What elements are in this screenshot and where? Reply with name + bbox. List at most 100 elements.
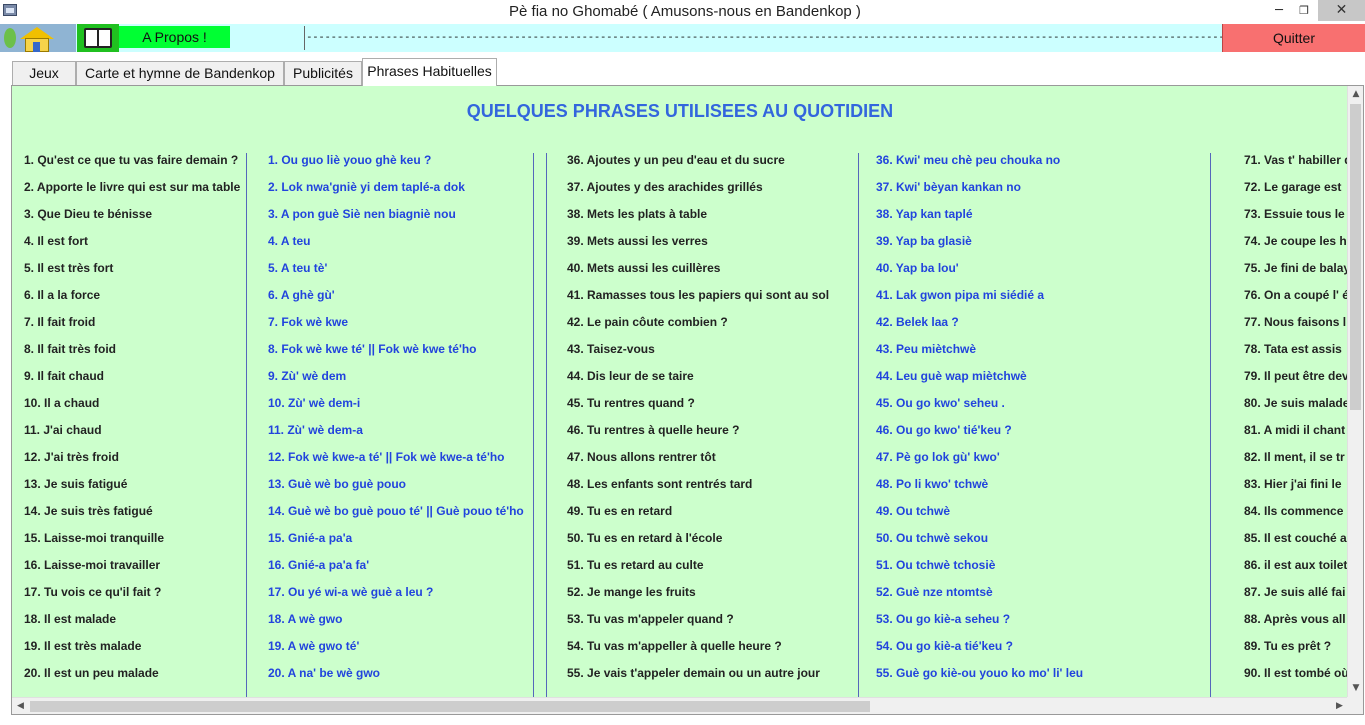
phrase-item: 72. Le garage est (1244, 180, 1342, 194)
french-column-2: 36. Ajoutes y un peu d'eau et du sucre 37… (567, 152, 857, 692)
title-bar: Pè fia no Ghomabé ( Amusons-nous en Band… (0, 0, 1365, 23)
toolbar: A Propos ! -----------------------------… (0, 24, 1365, 52)
phrase-item: 41. Lak gwon pipa mi siédié a (876, 288, 1045, 302)
phrase-item: 14. Guè wè bo guè pouo té' || Guè pouo t… (268, 504, 524, 518)
phrase-item: 51. Ou tchwè tchosiè (876, 558, 996, 572)
phrase-item: 2. Apporte le livre qui est sur ma table (24, 180, 241, 194)
phrase-item: 6. A ghè gù' (268, 288, 335, 302)
phrase-item: 11. J'ai chaud (24, 423, 102, 437)
phrase-item: 44. Leu guè wap miètchwè (876, 369, 1027, 383)
phrase-item: 83. Hier j'ai fini le (1244, 477, 1342, 491)
book-icon[interactable] (77, 24, 119, 52)
quit-button[interactable]: Quitter (1222, 24, 1365, 52)
phrase-item: 15. Gnié-a pa'a (268, 531, 353, 545)
phrase-item: 36. Kwi' meu chè peu chouka no (876, 153, 1061, 167)
phrase-item: 36. Ajoutes y un peu d'eau et du sucre (567, 153, 785, 167)
phrase-item: 89. Tu es prêt ? (1244, 639, 1332, 653)
scroll-right-icon[interactable]: ▶ (1331, 698, 1348, 714)
phrases-panel: QUELQUES PHRASES UTILISEES AU QUOTIDIEN … (11, 85, 1364, 715)
phrase-item: 87. Je suis allé fai (1244, 585, 1346, 599)
phrase-item: 4. Il est fort (24, 234, 89, 248)
phrase-item: 4. A teu (268, 234, 311, 248)
scroll-corner (1347, 697, 1363, 714)
phrase-item: 47. Pè go lok gù' kwo' (876, 450, 1000, 464)
phrase-item: 47. Nous allons rentrer tôt (567, 450, 716, 464)
phrase-item: 49. Tu es en retard (567, 504, 673, 518)
phrase-item: 46. Tu rentres à quelle heure ? (567, 423, 740, 437)
phrase-item: 2. Lok nwa'gniè yi dem taplé-a dok (268, 180, 465, 194)
phrase-item: 3. A pon guè Siè nen biagniè nou (268, 207, 456, 221)
minimize-button[interactable]: ─ (1266, 0, 1292, 21)
phrase-item: 15. Laisse-moi tranquille (24, 531, 165, 545)
phrase-item: 37. Ajoutes y des arachides grillés (567, 180, 763, 194)
phrase-item: 42. Le pain côute combien ? (567, 315, 728, 329)
french-column-3: 71. Vas t' habiller d 72. Le garage est 73… (1244, 152, 1350, 692)
column-divider (246, 153, 247, 698)
phrase-item: 82. Il ment, il se tr (1244, 450, 1345, 464)
phrase-item: 8. Fok wè kwe té' || Fok wè kwe té'ho (268, 342, 477, 356)
window-title: Pè fia no Ghomabé ( Amusons-nous en Band… (509, 3, 861, 20)
phrase-item: 5. Il est très fort (24, 261, 114, 275)
tab-phrases-habituelles[interactable]: Phrases Habituelles (362, 58, 497, 86)
phrase-item: 19. A wè gwo té' (268, 639, 360, 653)
phrase-item: 75. Je fini de balay (1244, 261, 1350, 275)
leaf-decoration (4, 28, 16, 48)
close-button[interactable]: ✕ (1318, 0, 1365, 21)
ghomala-column-1: 1. Ou guo liè youo ghè keu ? 2. Lok nwa'g… (268, 152, 540, 692)
phrase-item: 50. Tu es en retard à l'école (567, 531, 723, 545)
tab-carte-hymne[interactable]: Carte et hymne de Bandenkop (76, 61, 284, 85)
phrase-item: 16. Laisse-moi travailler (24, 558, 161, 572)
phrase-item: 55. Je vais t'appeler demain ou un autre… (567, 666, 820, 680)
tab-publicites[interactable]: Publicités (284, 61, 362, 85)
phrase-item: 81. A midi il chant (1244, 423, 1346, 437)
phrase-item: 10. Zù' wè dem-i (268, 396, 361, 410)
phrase-item: 48. Po li kwo' tchwè (876, 477, 989, 491)
phrase-item: 6. Il a la force (24, 288, 101, 302)
phrase-item: 79. Il peut être dev (1244, 369, 1349, 383)
phrase-item: 39. Mets aussi les verres (567, 234, 708, 248)
phrase-item: 14. Je suis très fatigué (24, 504, 153, 518)
ghomala-column-2: 36. Kwi' meu chè peu chouka no 37. Kwi' b… (876, 152, 1211, 692)
phrase-item: 1. Ou guo liè youo ghè keu ? (268, 153, 432, 167)
phrase-item: 41. Ramasses tous les papiers qui sont a… (567, 288, 830, 302)
phrase-item: 18. A wè gwo (268, 612, 343, 626)
phrase-item: 17. Tu vois ce qu'il fait ? (24, 585, 162, 599)
french-column-1: 1. Qu'est ce que tu vas faire demain ? 2.… (24, 152, 246, 692)
phrase-item: 9. Il fait chaud (24, 369, 105, 383)
scroll-up-icon[interactable]: ▲ (1348, 86, 1363, 103)
phrase-item: 77. Nous faisons l (1244, 315, 1347, 329)
horizontal-scrollbar[interactable]: ◀ ▶ (12, 697, 1348, 714)
scrolling-marquee: ----------------------------------------… (306, 30, 1224, 43)
house-door (33, 42, 40, 52)
apropos-button[interactable]: A Propos ! (119, 26, 230, 48)
phrase-item: 40. Mets aussi les cuillères (567, 261, 721, 275)
phrase-item: 39. Yap ba glasiè (876, 234, 972, 248)
phrase-item: 71. Vas t' habiller d (1244, 153, 1350, 167)
phrase-item: 73. Essuie tous le (1244, 207, 1345, 221)
scroll-down-icon[interactable]: ▼ (1348, 680, 1363, 697)
maximize-button[interactable]: ❐ (1291, 0, 1317, 21)
phrase-item: 12. J'ai très froid (24, 450, 119, 464)
phrase-item: 76. On a coupé l' é (1244, 288, 1349, 302)
scroll-left-icon[interactable]: ◀ (12, 698, 29, 714)
phrase-item: 74. Je coupe les h (1244, 234, 1347, 248)
vertical-scroll-thumb[interactable] (1350, 104, 1361, 410)
phrase-item: 85. Il est couché a (1244, 531, 1347, 545)
horizontal-scroll-thumb[interactable] (30, 701, 870, 712)
home-icon[interactable] (0, 24, 76, 52)
phrase-item: 38. Yap kan taplé (876, 207, 973, 221)
phrase-item: 50. Ou tchwè sekou (876, 531, 989, 545)
phrase-item: 49. Ou tchwè (876, 504, 951, 518)
phrase-item: 45. Tu rentres quand ? (567, 396, 695, 410)
tab-jeux[interactable]: Jeux (12, 61, 76, 85)
phrase-item: 52. Guè nze ntomtsè (876, 585, 993, 599)
vertical-scrollbar[interactable]: ▲ ▼ (1347, 86, 1363, 697)
phrase-item: 8. Il fait très foid (24, 342, 117, 356)
phrase-item: 52. Je mange les fruits (567, 585, 696, 599)
phrase-item: 12. Fok wè kwe-a té' || Fok wè kwe-a té'… (268, 450, 505, 464)
app-window: Pè fia no Ghomabé ( Amusons-nous en Band… (0, 0, 1365, 725)
phrase-item: 44. Dis leur de se taire (567, 369, 694, 383)
book-shape (84, 28, 112, 48)
phrase-item: 55. Guè go kiè-ou youo ko mo' li' leu (876, 666, 1084, 680)
phrase-item: 54. Ou go kiè-a tié'keu ? (876, 639, 1013, 653)
